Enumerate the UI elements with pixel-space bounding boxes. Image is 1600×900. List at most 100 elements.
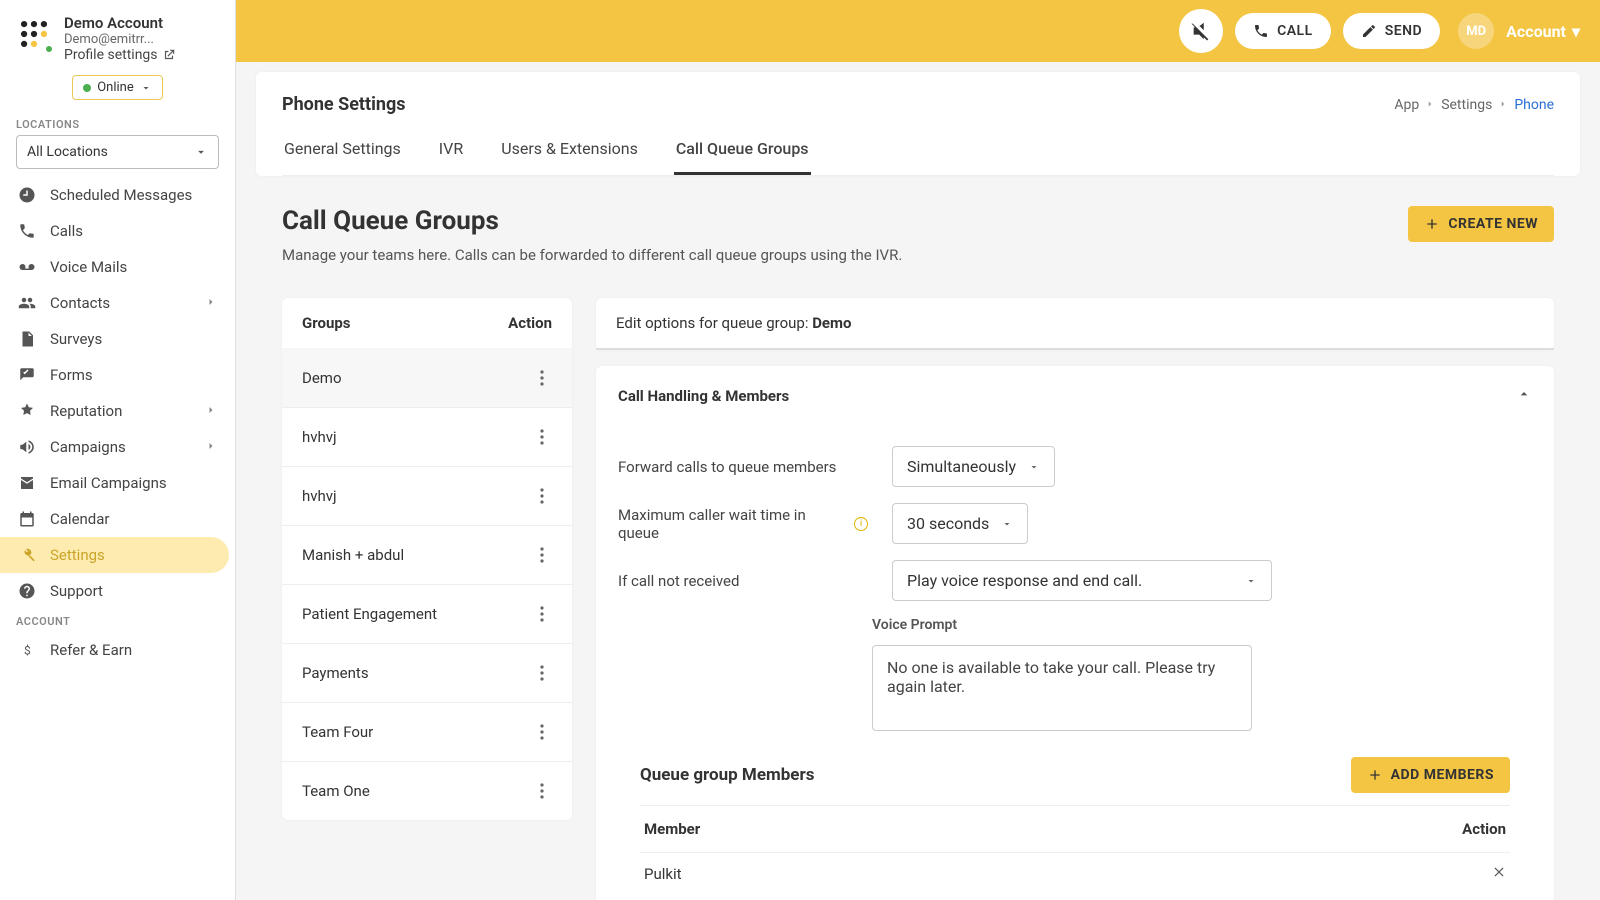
group-more-button[interactable] [532, 547, 552, 563]
sidebar-item-calls[interactable]: Calls [0, 213, 229, 249]
groups-card: Groups Action Demo hvhvj hvhvj Manish + abd… [282, 298, 572, 820]
groups-action-header: Action [508, 314, 552, 332]
sidebar-item-support[interactable]: Support [0, 573, 229, 609]
section-title: Call Queue Groups [282, 206, 902, 236]
sidebar-item-label: Calls [50, 222, 83, 240]
group-row[interactable]: Demo [282, 349, 572, 407]
group-row[interactable]: hvhvj [282, 407, 572, 466]
group-more-button[interactable] [532, 724, 552, 740]
presence-selector[interactable]: Online [72, 75, 163, 100]
group-name: hvhvj [302, 487, 337, 505]
group-more-button[interactable] [532, 370, 552, 386]
call-button[interactable]: CALL [1235, 13, 1331, 49]
member-name: Pulkit [644, 865, 682, 883]
group-row[interactable]: Manish + abdul [282, 525, 572, 584]
caret-down-icon [1028, 461, 1040, 473]
voice-prompt-textarea[interactable]: No one is available to take your call. P… [872, 645, 1252, 731]
members-table: Member Action Pulkit [640, 805, 1510, 895]
call-button-label: CALL [1277, 23, 1313, 39]
chevron-right-icon [205, 402, 217, 420]
panel-body: Forward calls to queue members Simultane… [596, 426, 1554, 900]
wait-time-select[interactable]: 30 seconds [892, 503, 1028, 544]
profile-settings-label: Profile settings [64, 47, 158, 63]
profile-name: Demo Account [64, 14, 176, 32]
groups-header: Groups [302, 314, 351, 332]
account-menu[interactable]: Account ▾ [1506, 22, 1580, 41]
svg-text:$: $ [24, 644, 31, 658]
sidebar-item-label: Campaigns [50, 438, 126, 456]
surveys-icon [18, 330, 36, 348]
create-new-button[interactable]: CREATE NEW [1408, 206, 1554, 242]
group-name: hvhvj [302, 428, 337, 446]
panel-title: Call Handling & Members [618, 387, 789, 405]
sidebar-item-email-campaigns[interactable]: Email Campaigns [0, 465, 229, 501]
group-row[interactable]: Patient Engagement [282, 584, 572, 643]
location-selector[interactable]: All Locations [16, 135, 219, 169]
reputation-icon [18, 402, 36, 420]
breadcrumb-app[interactable]: App [1394, 97, 1419, 113]
group-more-button[interactable] [532, 665, 552, 681]
group-more-button[interactable] [532, 606, 552, 622]
speaker-off-icon [1190, 20, 1212, 42]
info-icon[interactable]: i [854, 517, 868, 531]
section-subtitle: Manage your teams here. Calls can be for… [282, 246, 902, 264]
group-more-button[interactable] [532, 783, 552, 799]
tab-ivr[interactable]: IVR [437, 139, 465, 175]
pencil-icon [1361, 23, 1377, 39]
edit-bar-name: Demo [812, 314, 851, 332]
add-members-label: ADD MEMBERS [1391, 767, 1494, 783]
tab-general-settings[interactable]: General Settings [282, 139, 403, 175]
forward-mode-select[interactable]: Simultaneously [892, 446, 1055, 487]
sidebar-item-settings[interactable]: Settings [0, 537, 229, 573]
voice-mails-icon [18, 258, 36, 276]
panel-toggle[interactable]: Call Handling & Members [596, 366, 1554, 426]
member-action-header: Action [1462, 820, 1506, 838]
plus-icon [1424, 216, 1440, 232]
sidebar-item-contacts[interactable]: Contacts [0, 285, 229, 321]
edit-bar-prefix: Edit options for queue group: [616, 314, 812, 332]
sidebar-item-surveys[interactable]: Surveys [0, 321, 229, 357]
sidebar-item-label: Forms [50, 366, 93, 384]
sidebar-item-refer-earn[interactable]: $Refer & Earn [0, 632, 229, 668]
group-name: Team One [302, 782, 370, 800]
breadcrumb-phone[interactable]: Phone [1514, 97, 1554, 113]
sidebar-item-campaigns[interactable]: Campaigns [0, 429, 229, 465]
sidebar-item-label: Surveys [50, 330, 102, 348]
sidebar-item-voice-mails[interactable]: Voice Mails [0, 249, 229, 285]
add-members-button[interactable]: ADD MEMBERS [1351, 757, 1510, 793]
sidebar-item-label: Reputation [50, 402, 122, 420]
chevron-right-icon [1425, 97, 1435, 113]
sidebar-item-calendar[interactable]: Calendar [0, 501, 229, 537]
group-row[interactable]: hvhvj [282, 466, 572, 525]
forward-mode-value: Simultaneously [907, 457, 1016, 476]
content-scroll: Phone Settings AppSettingsPhone General … [236, 62, 1600, 900]
member-col-header: Member [644, 820, 700, 838]
send-button[interactable]: SEND [1343, 13, 1440, 49]
sidebar-item-forms[interactable]: Forms [0, 357, 229, 393]
speaker-mute-button[interactable] [1179, 9, 1223, 53]
calls-icon [18, 222, 36, 240]
page-header-card: Phone Settings AppSettingsPhone General … [256, 72, 1580, 176]
group-row[interactable]: Team One [282, 761, 572, 820]
caret-down-icon: ▾ [1572, 22, 1580, 41]
group-more-button[interactable] [532, 488, 552, 504]
remove-member-button[interactable] [1492, 865, 1506, 883]
presence-label: Online [97, 80, 134, 95]
account-menu-label: Account [1506, 22, 1566, 41]
call-handling-panel: Call Handling & Members Forward calls to… [596, 366, 1554, 900]
group-more-button[interactable] [532, 429, 552, 445]
profile-settings-link[interactable]: Profile settings [64, 47, 176, 63]
not-received-select[interactable]: Play voice response and end call. [892, 560, 1272, 601]
group-row[interactable]: Payments [282, 643, 572, 702]
profile-email: Demo@emitrr... [64, 32, 176, 47]
breadcrumb-settings[interactable]: Settings [1441, 97, 1492, 113]
avatar[interactable]: MD [1458, 13, 1494, 49]
contacts-icon [18, 294, 36, 312]
sidebar-item-reputation[interactable]: Reputation [0, 393, 229, 429]
email-campaigns-icon [18, 474, 36, 492]
group-row[interactable]: Team Four [282, 702, 572, 761]
sidebar-item-scheduled-messages[interactable]: Scheduled Messages [0, 177, 229, 213]
right-pane: CALL SEND MD Account ▾ Phone Settings Ap… [236, 0, 1600, 900]
tab-call-queue-groups[interactable]: Call Queue Groups [674, 139, 811, 175]
tab-users-extensions[interactable]: Users & Extensions [499, 139, 640, 175]
